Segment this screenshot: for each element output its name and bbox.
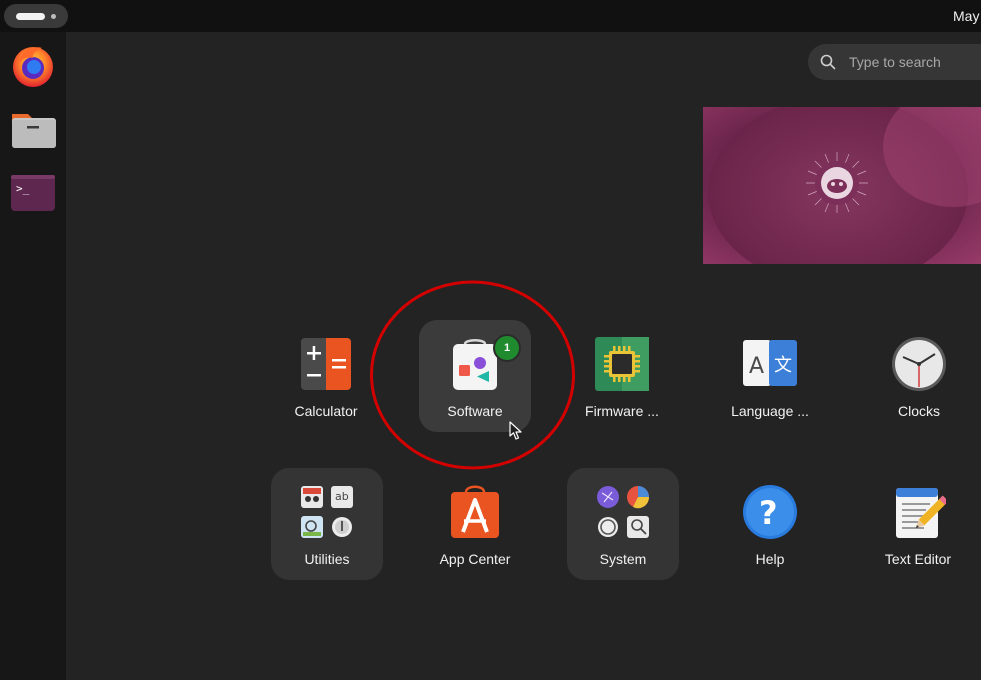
app-label: Language ... — [731, 403, 809, 419]
wallpaper-image — [703, 107, 981, 264]
dock-firefox[interactable] — [10, 42, 56, 88]
app-label: App Center — [439, 551, 511, 567]
firefox-icon — [13, 47, 53, 87]
clock-label[interactable]: May — [953, 8, 979, 24]
app-label: Clocks — [897, 403, 940, 419]
svg-text:文: 文 — [774, 355, 792, 376]
utilities-folder-icon: ab — [301, 486, 353, 538]
app-label: System — [599, 551, 647, 567]
app-label: Help — [755, 551, 785, 567]
text-editor-icon — [896, 488, 946, 538]
app-label: Software — [447, 403, 503, 419]
workspace-indicator-dot — [51, 14, 56, 19]
app-label: Calculator — [294, 403, 358, 419]
app-firmware[interactable]: Firmware ... — [566, 320, 678, 432]
update-count-badge: 1 — [493, 334, 521, 362]
firmware-chip-icon — [595, 337, 649, 391]
system-folder-icon — [597, 486, 650, 538]
app-language[interactable]: A 文 Language ... — [714, 320, 826, 432]
app-calculator[interactable]: Calculator — [270, 320, 382, 432]
app-text-editor[interactable]: Text Editor — [862, 468, 974, 580]
activities-button[interactable] — [4, 4, 68, 28]
search-placeholder: Type to search — [849, 54, 941, 70]
folder-system[interactable]: System — [567, 468, 679, 580]
app-clocks[interactable]: Clocks — [863, 320, 975, 432]
dock: >_ — [0, 32, 66, 680]
help-icon: ? — [743, 485, 797, 539]
dock-files[interactable] — [10, 106, 56, 152]
calculator-icon — [301, 338, 351, 390]
workspace-thumbnail[interactable] — [703, 107, 981, 264]
language-translate-icon: A 文 — [743, 340, 797, 386]
app-label: Text Editor — [884, 551, 952, 567]
workspace-indicator-active — [16, 13, 45, 20]
app-software[interactable]: 1 Software — [419, 320, 531, 432]
clock-icon — [892, 337, 946, 391]
search-field[interactable]: Type to search — [808, 44, 981, 80]
app-help[interactable]: ? Help — [714, 468, 826, 580]
terminal-icon: >_ — [11, 175, 55, 211]
top-bar: May — [0, 0, 981, 32]
app-label: Utilities — [304, 551, 350, 567]
svg-text:?: ? — [759, 494, 778, 532]
search-icon — [820, 54, 836, 70]
app-label: Firmware ... — [585, 403, 659, 419]
app-app-center[interactable]: App Center — [419, 468, 531, 580]
svg-text:ab: ab — [335, 490, 349, 503]
folder-icon — [12, 114, 56, 148]
folder-utilities[interactable]: ab Utilities — [271, 468, 383, 580]
svg-text:A: A — [749, 354, 764, 379]
mouse-pointer-icon — [509, 421, 522, 440]
dock-terminal[interactable]: >_ — [10, 170, 56, 216]
app-center-icon — [451, 485, 499, 538]
svg-text:>_: >_ — [16, 182, 30, 195]
